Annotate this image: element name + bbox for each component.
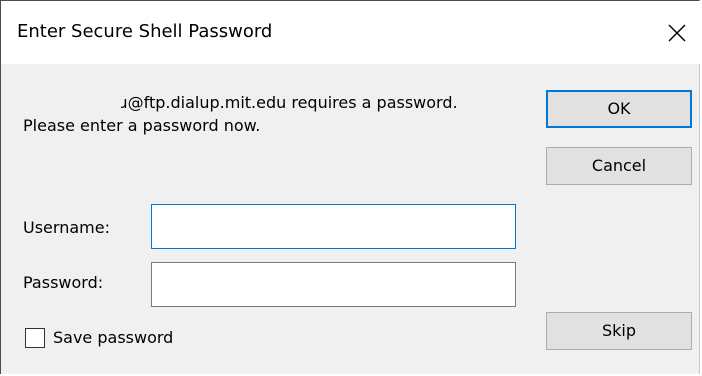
save-password-label[interactable]: Save password [53, 327, 173, 349]
close-button[interactable] [654, 1, 700, 64]
title-bar: Enter Secure Shell Password [1, 1, 700, 64]
password-label: Password: [23, 273, 104, 292]
cancel-button[interactable]: Cancel [546, 147, 692, 185]
username-input[interactable] [151, 204, 516, 249]
username-label: Username: [23, 218, 110, 237]
skip-button[interactable]: Skip [546, 312, 692, 350]
prompt-message: ɹ@ftp.dialup.mit.edu requires a password… [23, 91, 523, 137]
prompt-message-line2: Please enter a password now. [23, 116, 261, 135]
save-password-checkbox[interactable] [25, 328, 45, 348]
ssh-password-dialog: Enter Secure Shell Password ɹ@ftp.dialup… [0, 0, 700, 374]
prompt-message-line1: ɹ@ftp.dialup.mit.edu requires a password… [121, 93, 458, 112]
window-title: Enter Secure Shell Password [17, 21, 273, 42]
close-icon [668, 24, 686, 42]
password-input[interactable] [151, 262, 516, 307]
ok-button[interactable]: OK [546, 90, 692, 128]
